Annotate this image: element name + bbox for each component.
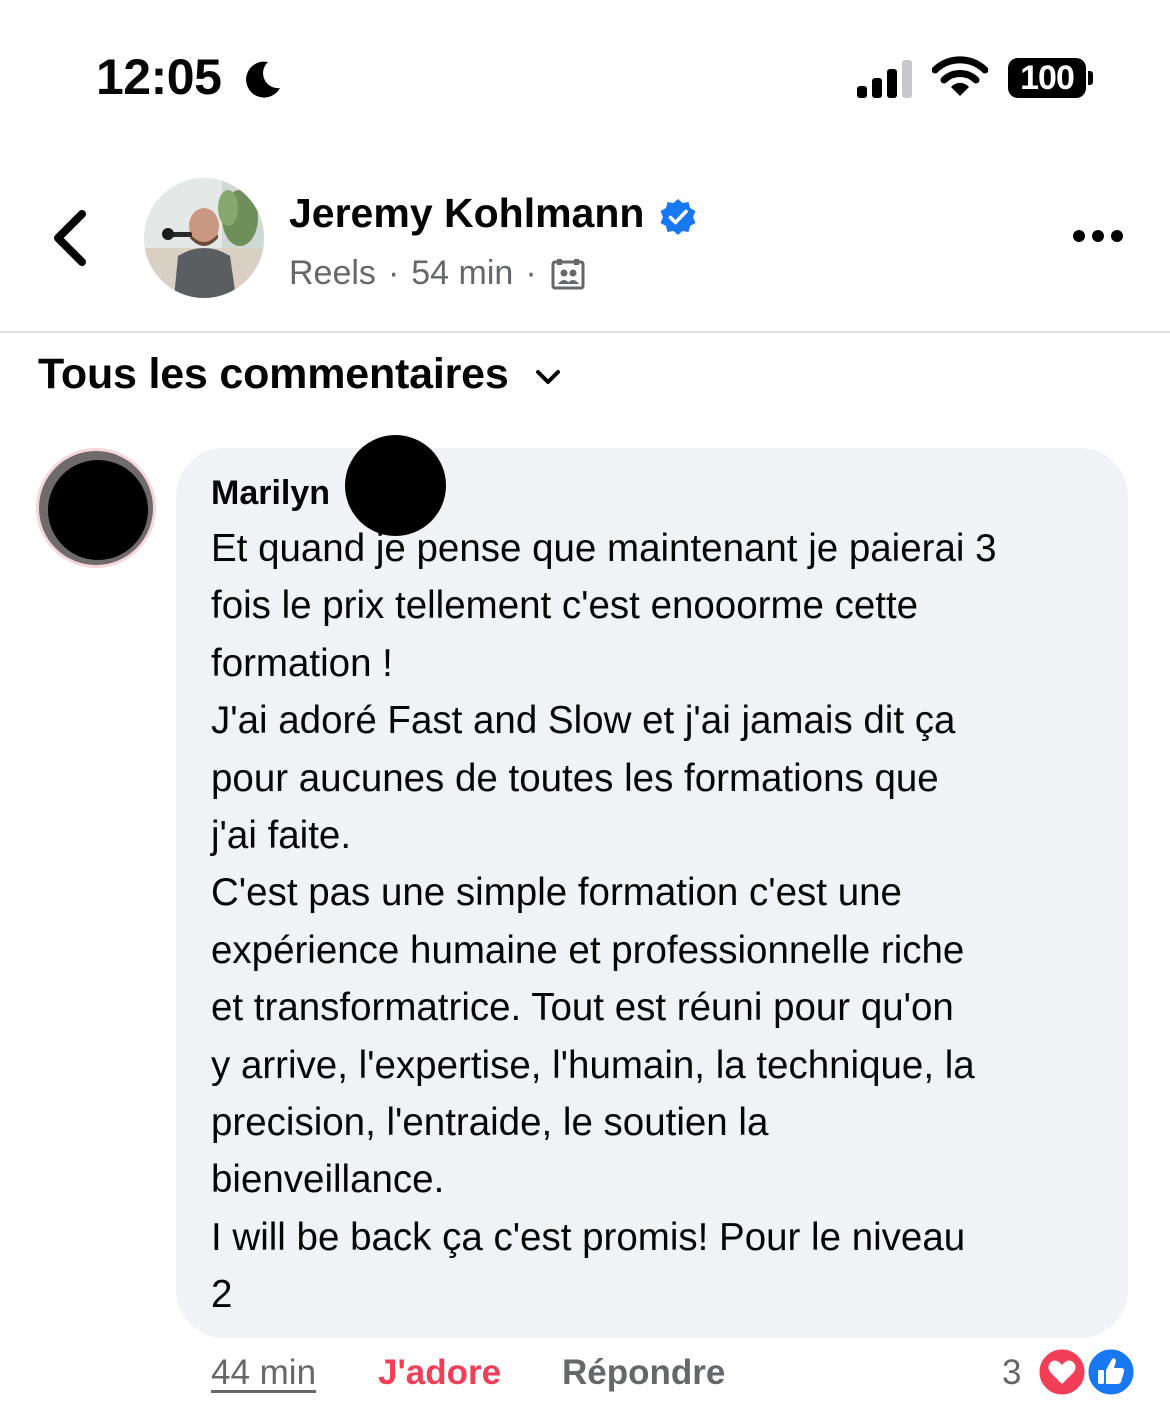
post-age: 54 min (411, 254, 514, 292)
comment-line: formation ! (211, 641, 393, 685)
comment-line: j'ai faite. (211, 814, 352, 858)
wifi-icon (932, 56, 988, 96)
status-bar: 12:05 100 (0, 0, 1170, 150)
comment-text: Et quand je pense que maintenant je paie… (211, 520, 1111, 1324)
comment-screen: 12:05 100 Jeremy Kohlmann Reels · 54 min… (0, 0, 1170, 1405)
comment-line: I will be back ça c'est promis! Pour le … (211, 1215, 966, 1259)
reaction-count[interactable]: 3 (1002, 1353, 1021, 1393)
back-button[interactable] (46, 206, 94, 270)
comment-line: J'ai adoré Fast and Slow et j'ai jamais … (211, 699, 956, 743)
verified-badge-icon (660, 199, 696, 235)
battery-cap (1088, 71, 1093, 85)
author-name[interactable]: Jeremy Kohlmann (289, 190, 644, 237)
author-photo (144, 178, 264, 298)
comment-line: expérience humaine et professionnelle ri… (211, 928, 965, 972)
comment-line: bienveillance. (211, 1158, 445, 1202)
comment-line: Et quand je pense que maintenant je paie… (211, 527, 997, 570)
meta-separator: · (525, 254, 537, 292)
love-reaction-button[interactable]: J'adore (378, 1353, 501, 1393)
status-time: 12:05 (96, 49, 222, 105)
comment-line: et transformatrice. Tout est réuni pour … (211, 986, 954, 1030)
comment-line: 2 (211, 1273, 233, 1317)
avatar-redaction (48, 460, 148, 560)
comment-filter-dropdown[interactable]: Tous les commentaires (38, 350, 563, 399)
author-avatar[interactable] (144, 178, 264, 298)
comment-time-link[interactable]: 44 min (211, 1353, 316, 1393)
more-icon[interactable] (1070, 218, 1126, 254)
audience-icon (551, 258, 585, 289)
signal-icon (857, 60, 912, 98)
comment-line: C'est pas une simple formation c'est une (211, 871, 902, 915)
comment-line: precision, l'entraide, le soutien la (211, 1101, 769, 1145)
reply-button[interactable]: Répondre (562, 1353, 725, 1393)
post-source[interactable]: Reels (289, 254, 376, 293)
post-meta: Reels · 54 min · (289, 254, 585, 293)
comment-line: fois le prix tellement c'est enooorme ce… (211, 584, 919, 628)
heart-icon[interactable] (1036, 1346, 1088, 1398)
meta-separator: · (387, 254, 400, 292)
comment-filter-label: Tous les commentaires (38, 350, 509, 398)
chevron-down-icon (535, 369, 560, 384)
like-icon[interactable] (1085, 1346, 1137, 1398)
battery-icon: 100 (1008, 58, 1086, 98)
commenter-name[interactable]: Marilyn (211, 474, 330, 513)
comment-line: pour aucunes de toutes les formations qu… (211, 756, 939, 800)
comment-line: y arrive, l'expertise, l'humain, la tech… (211, 1043, 975, 1087)
moon-icon (246, 61, 280, 98)
header-divider (0, 331, 1170, 333)
